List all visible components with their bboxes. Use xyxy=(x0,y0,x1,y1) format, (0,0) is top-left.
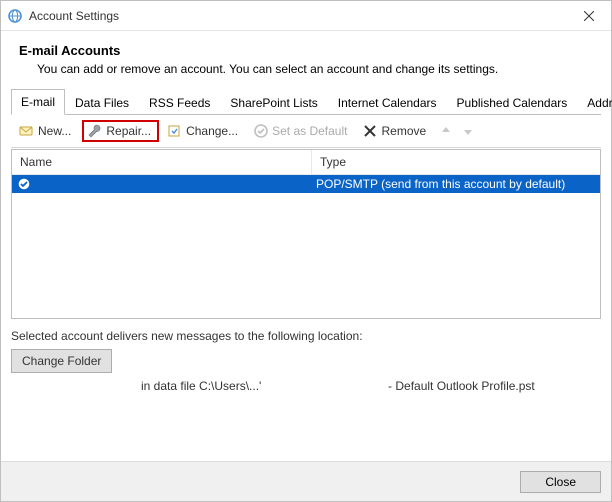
column-header-type[interactable]: Type xyxy=(312,150,600,174)
repair-button[interactable]: Repair... xyxy=(82,120,159,142)
change-folder-button[interactable]: Change Folder xyxy=(11,349,112,373)
check-circle-icon xyxy=(253,123,269,139)
arrow-down-icon xyxy=(462,125,474,137)
wrench-icon xyxy=(87,123,103,139)
tab-data-files[interactable]: Data Files xyxy=(65,90,139,115)
move-up-button xyxy=(437,123,455,139)
default-check-icon xyxy=(17,177,31,191)
column-header-name[interactable]: Name xyxy=(12,150,312,174)
close-icon xyxy=(584,11,594,21)
remove-x-icon xyxy=(362,123,378,139)
location-section: Selected account delivers new messages t… xyxy=(11,319,601,393)
set-default-label: Set as Default xyxy=(272,123,347,139)
location-label: Selected account delivers new messages t… xyxy=(11,329,601,343)
list-header: Name Type xyxy=(12,150,600,175)
close-button[interactable]: Close xyxy=(520,471,601,493)
location-line: in data file C:\Users\...' - Default Out… xyxy=(141,379,601,393)
heading-title: E-mail Accounts xyxy=(19,43,593,58)
new-button[interactable]: New... xyxy=(15,120,78,142)
change-button[interactable]: Change... xyxy=(163,120,245,142)
tab-sharepoint-lists[interactable]: SharePoint Lists xyxy=(220,90,327,115)
location-prefix: in data file C:\Users\...' xyxy=(141,379,261,393)
tab-internet-calendars[interactable]: Internet Calendars xyxy=(328,90,447,115)
heading-description: You can add or remove an account. You ca… xyxy=(37,62,593,76)
tab-address-books[interactable]: Address Books xyxy=(577,90,612,115)
heading: E-mail Accounts You can add or remove an… xyxy=(1,31,611,88)
change-label: Change... xyxy=(186,123,238,139)
table-row[interactable]: POP/SMTP (send from this account by defa… xyxy=(12,175,600,193)
arrow-up-icon xyxy=(440,125,452,137)
mail-new-icon xyxy=(19,123,35,139)
tab-published-calendars[interactable]: Published Calendars xyxy=(447,90,578,115)
account-settings-window: Account Settings E-mail Accounts You can… xyxy=(0,0,612,502)
app-icon xyxy=(7,8,23,24)
tab-rss-feeds[interactable]: RSS Feeds xyxy=(139,90,220,115)
window-title: Account Settings xyxy=(29,9,119,23)
remove-label: Remove xyxy=(381,123,426,139)
change-icon xyxy=(167,123,183,139)
new-label: New... xyxy=(38,123,71,139)
titlebar: Account Settings xyxy=(1,1,611,31)
repair-label: Repair... xyxy=(106,123,151,139)
row-type: POP/SMTP (send from this account by defa… xyxy=(312,177,600,191)
dialog-footer: Close xyxy=(1,461,611,501)
tab-email[interactable]: E-mail xyxy=(11,89,65,115)
window-close-button[interactable] xyxy=(567,1,611,31)
list-body: POP/SMTP (send from this account by defa… xyxy=(12,175,600,318)
remove-button[interactable]: Remove xyxy=(358,120,433,142)
set-default-button: Set as Default xyxy=(249,120,354,142)
toolbar: New... Repair... Change... xyxy=(11,115,601,148)
account-list: Name Type POP/SMTP (send from this xyxy=(11,149,601,319)
move-down-button xyxy=(459,123,477,139)
location-suffix: - Default Outlook Profile.pst xyxy=(388,379,535,393)
tabstrip: E-mail Data Files RSS Feeds SharePoint L… xyxy=(11,88,601,115)
